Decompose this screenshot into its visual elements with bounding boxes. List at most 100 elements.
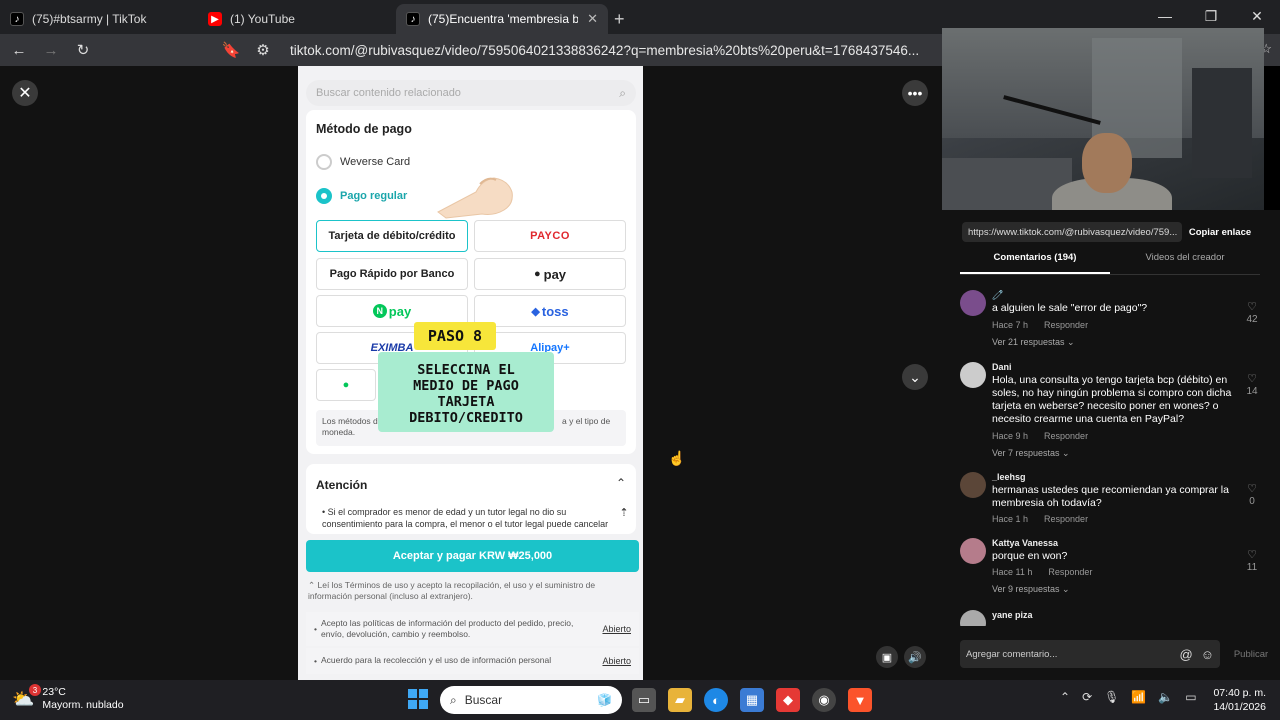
search-placeholder: Buscar contenido relacionado: [316, 87, 461, 99]
instruction-line: DEBITO/CREDITO: [409, 410, 523, 426]
site-info-icon[interactable]: ⚙: [252, 41, 274, 59]
reply-button[interactable]: Responder: [1044, 431, 1088, 441]
pay-button-banco[interactable]: Pago Rápido por Banco: [316, 258, 468, 290]
chrome-icon[interactable]: ◉: [812, 688, 836, 712]
clock[interactable]: 07:40 p. m. 14/01/2026: [1206, 686, 1266, 714]
pay-button-tarjeta[interactable]: Tarjeta de débito/crédito: [316, 220, 468, 252]
related-search-input[interactable]: Buscar contenido relacionado ⌕: [306, 80, 636, 106]
mini-player-icon[interactable]: ▣: [876, 646, 898, 668]
brave-icon[interactable]: ▼: [848, 688, 872, 712]
next-video-button[interactable]: ⌄: [902, 364, 928, 390]
reply-button[interactable]: Responder: [1044, 320, 1088, 330]
comment-text: hermanas ustedes que recomiendan ya comp…: [992, 484, 1229, 509]
webcam-overlay: [942, 28, 1264, 210]
share-link-field[interactable]: https://www.tiktok.com/@rubivasquez/vide…: [962, 222, 1182, 242]
pay-button-toss[interactable]: ◆ toss: [474, 295, 626, 327]
reload-icon[interactable]: ↻: [72, 41, 94, 59]
microphone-icon[interactable]: 🎙: [1104, 690, 1119, 704]
sync-icon[interactable]: ⟳: [1082, 690, 1092, 704]
avatar[interactable]: [960, 472, 986, 498]
copy-link-button[interactable]: Copiar enlace: [1188, 222, 1252, 242]
tab-tiktok-btsarmy[interactable]: ♪ (75)#btsarmy | TikTok: [0, 4, 198, 34]
comment-item: yane piza: [960, 610, 1260, 626]
tab-comments[interactable]: Comentarios (194): [960, 252, 1110, 274]
avatar[interactable]: [960, 362, 986, 388]
view-replies-button[interactable]: Ver 9 respuestas ⌄: [992, 584, 1070, 595]
comment-author[interactable]: Kattya Vanessa: [992, 538, 1058, 548]
heart-icon[interactable]: ♡: [1242, 548, 1262, 561]
comments-panel: https://www.tiktok.com/@rubivasquez/vide…: [942, 210, 1280, 680]
comment-author[interactable]: yane piza: [992, 610, 1033, 620]
abierto-link[interactable]: Abierto: [602, 624, 631, 634]
heart-icon[interactable]: ♡: [1242, 300, 1262, 313]
player-controls: ▣ 🔊: [876, 646, 926, 668]
back-icon[interactable]: ←: [8, 42, 30, 59]
accept-and-pay-button[interactable]: Aceptar y pagar KRW ₩25,000: [306, 540, 639, 572]
npay-label: pay: [388, 303, 412, 319]
avatar[interactable]: [960, 290, 986, 316]
bookmark-icon[interactable]: 🔖: [220, 41, 242, 59]
taskbar: ⛅ 23°C Mayorm. nublado 3 ⌕ Buscar 🧊 ▭ ▰ …: [0, 680, 1280, 720]
start-button[interactable]: [408, 689, 428, 709]
terms-label: Leí los Términos de uso y acepto la reco…: [308, 580, 596, 602]
avatar[interactable]: [960, 610, 986, 626]
new-tab-button[interactable]: +: [614, 4, 625, 34]
comment-author[interactable]: _leehsg: [992, 472, 1026, 482]
comment-author[interactable]: 🧷: [992, 290, 1003, 301]
publish-button[interactable]: Publicar: [1226, 640, 1276, 668]
search-icon: ⌕: [619, 85, 626, 100]
search-icon: ⌕: [450, 692, 457, 707]
tiktok-icon: ♪: [10, 12, 24, 26]
wifi-icon[interactable]: 📶: [1131, 690, 1146, 704]
instruction-line: MEDIO DE PAGO: [413, 378, 519, 394]
reply-button[interactable]: Responder: [1048, 567, 1092, 577]
reply-button[interactable]: Responder: [1044, 514, 1088, 524]
file-explorer-icon[interactable]: ▰: [668, 688, 692, 712]
edge-icon[interactable]: ◐: [704, 688, 728, 712]
more-options-button[interactable]: •••: [902, 80, 928, 106]
speaker-icon[interactable]: 🔈: [1158, 690, 1173, 704]
view-replies-button[interactable]: Ver 21 respuestas ⌄: [992, 337, 1075, 348]
avatar[interactable]: [960, 538, 986, 564]
scroll-top-icon[interactable]: ⇡: [614, 502, 634, 522]
pay-button-other[interactable]: ●: [316, 369, 376, 401]
comment-time: Hace 11 h: [992, 567, 1033, 577]
comment-author[interactable]: Dani: [992, 362, 1012, 372]
tab-youtube[interactable]: ▶ (1) YouTube: [198, 4, 396, 34]
tab-creator-videos[interactable]: Videos del creador: [1110, 252, 1260, 274]
chevron-up-icon[interactable]: ⌃: [1060, 690, 1070, 704]
volume-icon[interactable]: 🔊: [904, 646, 926, 668]
comment-text: Hola, una consulta yo tengo tarjeta bcp …: [992, 374, 1232, 425]
system-tray: ⌃ ⟳ 🎙 📶 🔈 ▭: [1060, 690, 1197, 704]
red-app-icon[interactable]: ◆: [776, 688, 800, 712]
view-replies-button[interactable]: Ver 7 respuestas ⌄: [992, 448, 1070, 459]
emoji-icon[interactable]: ☺: [1201, 647, 1214, 662]
atencion-body: • Si el comprador es menor de edad y un …: [322, 507, 609, 530]
pay-button-payco[interactable]: PAYCO: [474, 220, 626, 252]
mention-icon[interactable]: @: [1180, 647, 1193, 662]
chevron-up-icon[interactable]: ⌃: [616, 476, 626, 490]
like-count: 11: [1246, 562, 1258, 573]
close-video-button[interactable]: ✕: [12, 80, 38, 106]
battery-icon[interactable]: ▭: [1185, 690, 1196, 704]
radio-weverse-card[interactable]: Weverse Card: [316, 154, 410, 170]
tiktok-video-page: ✕ ••• ⌄ ☝ Buscar contenido relacionado ⌕…: [0, 66, 942, 680]
comment-input[interactable]: Agregar comentario... @ ☺: [960, 640, 1220, 668]
comment-time: Hace 1 h: [992, 514, 1029, 524]
radio-pago-regular[interactable]: Pago regular: [316, 188, 407, 204]
comment-text: porque en won?: [992, 550, 1068, 562]
close-tab-icon[interactable]: ✕: [587, 11, 598, 27]
taskbar-search[interactable]: ⌕ Buscar 🧊: [440, 686, 622, 714]
tab-tiktok-active[interactable]: ♪ (75)Encuentra 'membresia bts ✕: [396, 4, 608, 34]
comment-text: a alguien le sale "error de pago"?: [992, 302, 1148, 314]
abierto-link[interactable]: Abierto: [602, 656, 631, 666]
task-view-icon[interactable]: ▭: [632, 688, 656, 712]
heart-icon[interactable]: ♡: [1242, 482, 1262, 495]
store-icon[interactable]: ▦: [740, 688, 764, 712]
comment-meta: Hace 9 h Responder: [992, 431, 1104, 441]
video-frame[interactable]: Buscar contenido relacionado ⌕ Método de…: [298, 66, 643, 680]
pay-button-kakaopay[interactable]: ● pay: [474, 258, 626, 290]
comment-item: Kattya Vanessa porque en won? Hace 11 h R…: [960, 538, 1260, 598]
forward-icon[interactable]: →: [40, 42, 62, 59]
heart-icon[interactable]: ♡: [1242, 372, 1262, 385]
